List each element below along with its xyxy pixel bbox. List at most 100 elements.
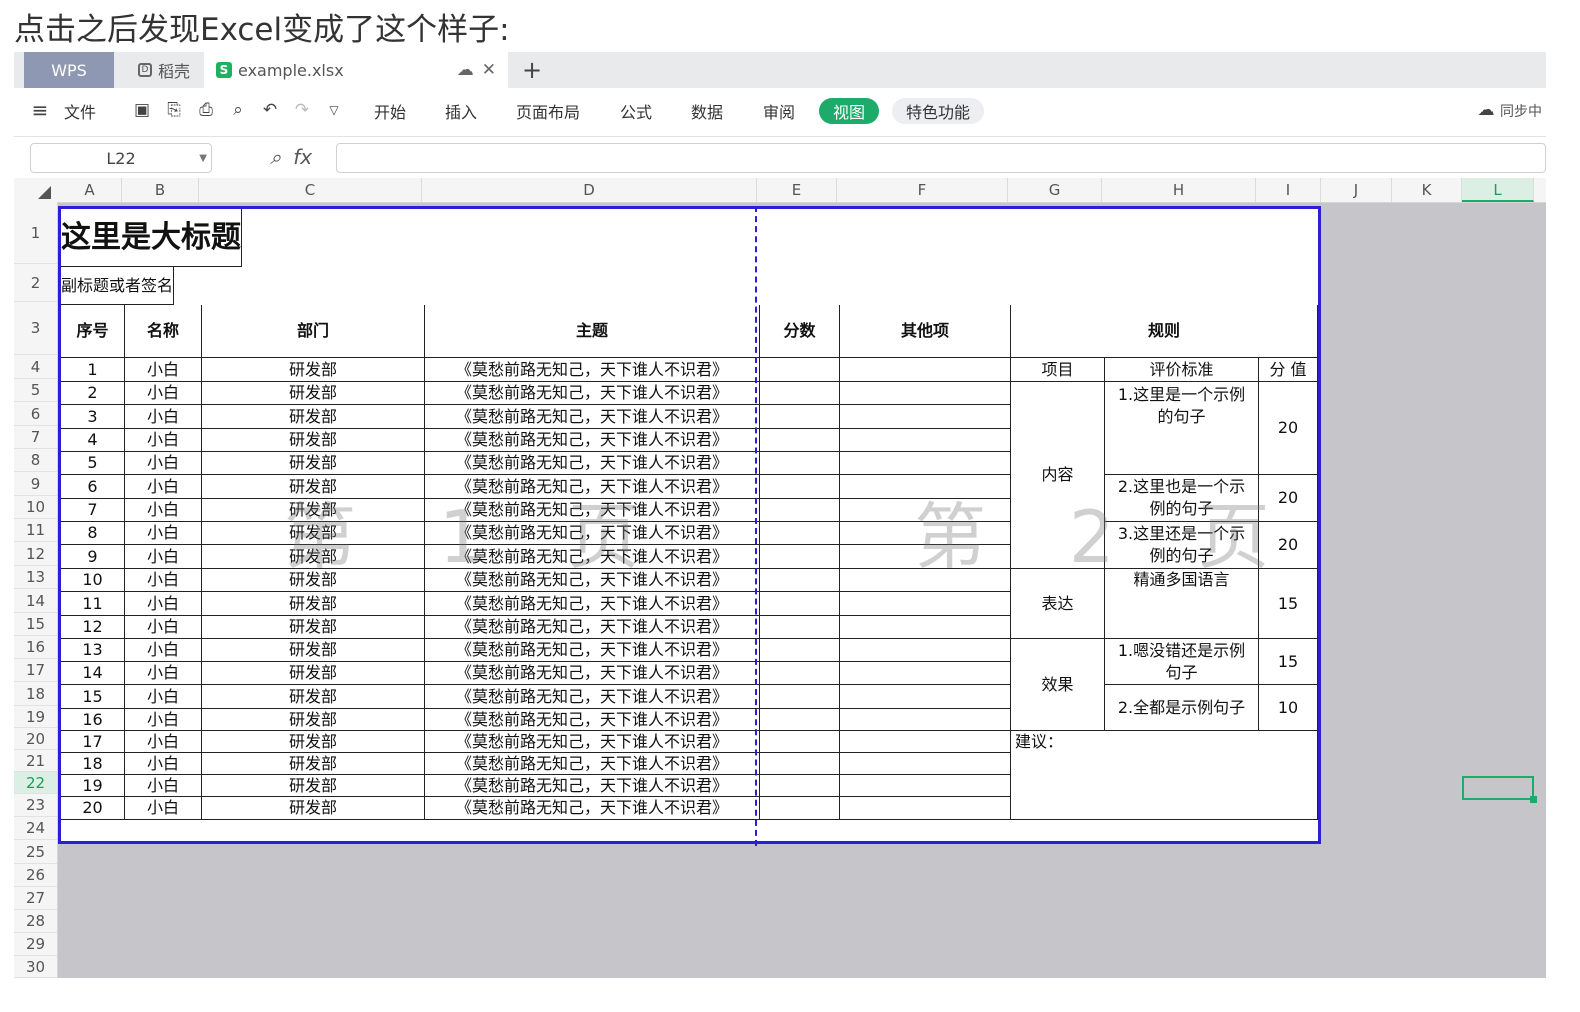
rule-c1-score[interactable]: 20	[1259, 382, 1318, 475]
rule-f1-score[interactable]: 15	[1259, 639, 1318, 685]
column-header-b[interactable]: B	[122, 178, 199, 202]
score-cell[interactable]	[760, 569, 840, 592]
score-cell[interactable]	[760, 475, 840, 499]
table-cell[interactable]: 《莫愁前路无知己，天下谁人不识君》	[425, 429, 760, 452]
table-cell[interactable]: 小白	[125, 616, 202, 639]
menu-start[interactable]: 开始	[374, 98, 406, 124]
header-cell[interactable]: 分数	[760, 305, 840, 358]
row-header-2[interactable]: 2	[14, 264, 57, 302]
table-cell[interactable]: 《莫愁前路无知己，天下谁人不识君》	[425, 358, 760, 382]
table-cell[interactable]: 小白	[125, 499, 202, 522]
table-cell[interactable]: 《莫愁前路无知己，天下谁人不识君》	[425, 753, 760, 775]
other-cell[interactable]	[840, 731, 1011, 753]
row-header-7[interactable]: 7	[14, 426, 57, 449]
rule-effect-label[interactable]: 效果	[1011, 639, 1105, 731]
score-cell[interactable]	[760, 709, 840, 731]
other-cell[interactable]	[840, 753, 1011, 775]
table-cell[interactable]: 研发部	[202, 452, 425, 475]
table-cell[interactable]: 4	[61, 429, 125, 452]
tab-file[interactable]: S example.xlsx ☁ ✕	[204, 52, 508, 88]
table-cell[interactable]: 小白	[125, 731, 202, 753]
sheet-area[interactable]: A B C D E F G H I J K L 1 2 3 4 5 6 7 8 9 10 11 12 1…	[14, 178, 1546, 978]
menu-formula[interactable]: 公式	[620, 98, 652, 124]
select-all-icon[interactable]	[38, 186, 51, 199]
table-cell[interactable]: 小白	[125, 429, 202, 452]
table-cell[interactable]: 16	[61, 709, 125, 731]
rule-header[interactable]: 项目	[1011, 358, 1105, 382]
score-cell[interactable]	[760, 499, 840, 522]
other-cell[interactable]	[840, 522, 1011, 545]
table-cell[interactable]: 《莫愁前路无知己，天下谁人不识君》	[425, 709, 760, 731]
table-cell[interactable]: 3	[61, 405, 125, 429]
table-cell[interactable]: 研发部	[202, 662, 425, 685]
score-cell[interactable]	[760, 731, 840, 753]
table-cell[interactable]: 小白	[125, 753, 202, 775]
rule-f2-score[interactable]: 10	[1259, 685, 1318, 731]
subtitle-cell[interactable]: 副标题或者签名	[61, 267, 175, 305]
rule-content-label[interactable]: 内容	[1011, 382, 1105, 569]
other-cell[interactable]	[840, 545, 1011, 569]
column-header-d[interactable]: D	[422, 178, 757, 202]
rule-e1-score[interactable]: 15	[1259, 569, 1318, 639]
score-cell[interactable]	[760, 775, 840, 797]
table-cell[interactable]: 15	[61, 685, 125, 709]
column-header-c[interactable]: C	[199, 178, 422, 202]
table-cell[interactable]: 13	[61, 639, 125, 662]
row-header-29[interactable]: 29	[14, 933, 57, 956]
suggestion-cell[interactable]: 建议：	[1011, 731, 1318, 820]
table-cell[interactable]: 《莫愁前路无知己，天下谁人不识君》	[425, 797, 760, 820]
row-header-20[interactable]: 20	[14, 728, 57, 750]
menu-page-layout[interactable]: 页面布局	[516, 98, 580, 124]
table-cell[interactable]: 18	[61, 753, 125, 775]
row-header-1[interactable]: 1	[14, 202, 57, 264]
score-cell[interactable]	[760, 616, 840, 639]
other-cell[interactable]	[840, 452, 1011, 475]
table-cell[interactable]: 小白	[125, 475, 202, 499]
other-cell[interactable]	[840, 797, 1011, 820]
table-cell[interactable]: 12	[61, 616, 125, 639]
other-cell[interactable]	[840, 499, 1011, 522]
row-header-11[interactable]: 11	[14, 519, 57, 542]
other-cell[interactable]	[840, 475, 1011, 499]
rule-c3-score[interactable]: 20	[1259, 522, 1318, 569]
table-cell[interactable]: 《莫愁前路无知己，天下谁人不识君》	[425, 592, 760, 616]
table-cell[interactable]: 《莫愁前路无知己，天下谁人不识君》	[425, 639, 760, 662]
table-cell[interactable]: 9	[61, 545, 125, 569]
menu-insert[interactable]: 插入	[445, 98, 477, 124]
table-cell[interactable]: 2	[61, 382, 125, 405]
row-header-6[interactable]: 6	[14, 402, 57, 426]
table-cell[interactable]: 8	[61, 522, 125, 545]
more-dropdown-icon[interactable]: ▽	[324, 99, 344, 121]
name-box[interactable]: L22 ▼	[30, 143, 212, 173]
column-header-k[interactable]: K	[1392, 178, 1462, 202]
table-cell[interactable]: 小白	[125, 382, 202, 405]
cloud-sync-icon[interactable]: ☁	[1476, 99, 1496, 121]
table-cell[interactable]: 研发部	[202, 569, 425, 592]
menu-view[interactable]: 视图	[819, 98, 880, 124]
row-header-14[interactable]: 14	[14, 589, 57, 613]
table-cell[interactable]: 研发部	[202, 475, 425, 499]
table-cell[interactable]: 小白	[125, 545, 202, 569]
table-cell[interactable]: 小白	[125, 685, 202, 709]
preview-icon[interactable]: ⌕	[228, 99, 248, 121]
other-cell[interactable]	[840, 616, 1011, 639]
table-cell[interactable]: 《莫愁前路无知己，天下谁人不识君》	[425, 452, 760, 475]
table-cell[interactable]: 7	[61, 499, 125, 522]
table-cell[interactable]: 《莫愁前路无知己，天下谁人不识君》	[425, 475, 760, 499]
table-cell[interactable]: 小白	[125, 709, 202, 731]
row-header-3[interactable]: 3	[14, 302, 57, 355]
table-cell[interactable]: 《莫愁前路无知己，天下谁人不识君》	[425, 382, 760, 405]
rule-c2[interactable]: 2.这里也是一个示例的句子	[1105, 475, 1259, 522]
export-icon[interactable]: ⎘	[164, 99, 184, 121]
table-cell[interactable]: 《莫愁前路无知己，天下谁人不识君》	[425, 569, 760, 592]
rule-header[interactable]: 评价标准	[1105, 358, 1259, 382]
row-header-19[interactable]: 19	[14, 706, 57, 728]
table-cell[interactable]: 《莫愁前路无知己，天下谁人不识君》	[425, 499, 760, 522]
table-cell[interactable]: 研发部	[202, 797, 425, 820]
table-cell[interactable]: 《莫愁前路无知己，天下谁人不识君》	[425, 522, 760, 545]
title-cell[interactable]: 这里是大标题	[61, 209, 242, 267]
fill-handle[interactable]	[1530, 796, 1537, 803]
rule-expression-label[interactable]: 表达	[1011, 569, 1105, 639]
score-cell[interactable]	[760, 797, 840, 820]
column-header-l[interactable]: L	[1462, 178, 1534, 202]
